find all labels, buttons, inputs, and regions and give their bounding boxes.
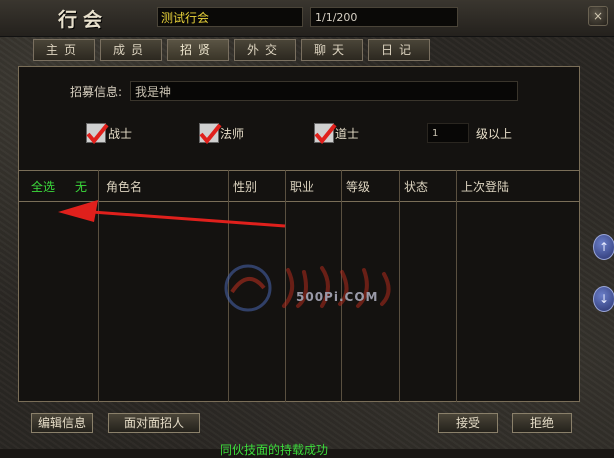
red-arrow-annotation-icon bbox=[58, 200, 286, 228]
face-to-face-recruit-button[interactable]: 面对面招人 bbox=[108, 413, 200, 433]
edit-info-button[interactable]: 编辑信息 bbox=[31, 413, 93, 433]
accept-button[interactable]: 接受 bbox=[438, 413, 498, 433]
system-message-line: 同伙技面的持载成功 bbox=[220, 443, 329, 457]
scroll-down-button[interactable]: ↓ bbox=[593, 286, 614, 312]
reject-button[interactable]: 拒绝 bbox=[512, 413, 572, 433]
scroll-up-button[interactable]: ↑ bbox=[593, 234, 614, 260]
